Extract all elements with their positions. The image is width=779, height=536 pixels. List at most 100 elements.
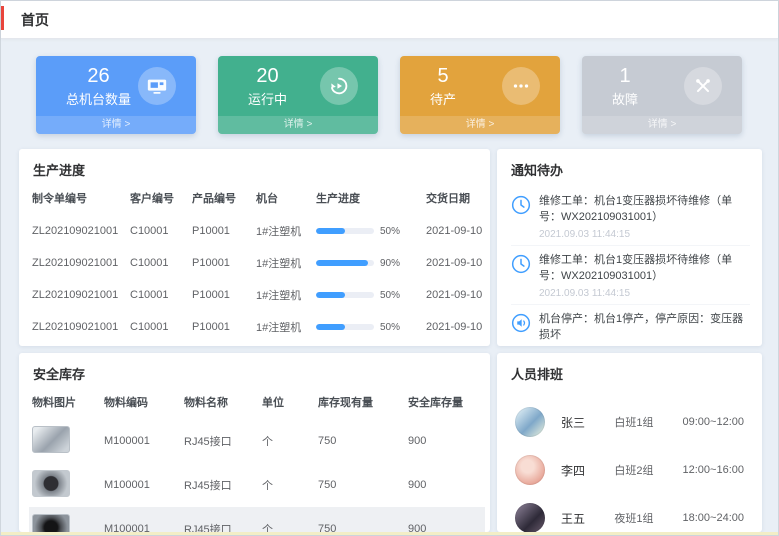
cell-product-no: P10001	[189, 279, 253, 311]
cell-progress: 50%	[313, 279, 423, 311]
stat-card-total-machines[interactable]: 26 总机台数量 详情 >	[36, 56, 196, 134]
progress-track	[316, 292, 374, 298]
notification-time: 2021.09.03 11:44:15	[539, 288, 750, 299]
progress-label: 90%	[380, 258, 400, 269]
production-row: ZL202109021001 C10001 P10001 1#注塑机 50% 2…	[29, 279, 490, 311]
stat-card-waiting[interactable]: 5 待产 详情 >	[400, 56, 560, 134]
notification-item[interactable]: 维修工单：机台1变压器损坏待维修（单号：WX202109031001） 2021…	[511, 187, 750, 246]
progress-label: 50%	[380, 322, 400, 333]
cell-delivery-date: 2021-09-10	[423, 279, 490, 311]
stat-value: 1	[612, 64, 638, 88]
col-material-name: 物料名称	[181, 390, 259, 419]
production-row: ZL202109021001 C10001 P10001 1#注塑机 90% 2…	[29, 247, 490, 279]
staff-shift: 白班1组	[614, 414, 682, 430]
staff-time: 18:00~24:00	[683, 512, 744, 524]
staff-list: 张三 白班1组 09:00~12:00 李四 白班2组 12:00~16:00 …	[497, 390, 762, 532]
inventory-table: 物料图片 物料编码 物料名称 单位 库存现有量 安全库存量 M100001 RJ…	[29, 390, 485, 532]
cell-unit: 个	[259, 419, 315, 463]
cell-machine: 1#注塑机	[253, 311, 313, 343]
col-machine: 机台	[253, 186, 313, 215]
notifications-panel: 通知待办 维修工单：机台1变压器损坏待维修（单号：WX202109031001）…	[497, 149, 762, 346]
production-header-row: 制令单编号 客户编号 产品编号 机台 生产进度 交货日期	[29, 186, 490, 215]
stat-card-fault[interactable]: 1 故障 详情 >	[582, 56, 742, 134]
cell-stock-qty: 750	[315, 463, 405, 507]
stat-card-running[interactable]: 20 运行中 详情 >	[218, 56, 378, 134]
cell-material-image	[29, 507, 101, 532]
waiting-icon	[502, 67, 540, 105]
panel-title-staffing: 人员排班	[497, 353, 762, 390]
cell-material-code: M100001	[101, 463, 181, 507]
stat-label: 故障	[612, 89, 638, 108]
detail-link-fault[interactable]: 详情 >	[582, 116, 742, 134]
window-edge-accent	[1, 6, 4, 30]
avatar	[515, 407, 545, 437]
col-product-no: 产品编号	[189, 186, 253, 215]
staff-shift: 夜班1组	[614, 510, 682, 526]
inventory-header-row: 物料图片 物料编码 物料名称 单位 库存现有量 安全库存量	[29, 390, 485, 419]
stat-value: 5	[430, 64, 456, 88]
cell-product-no: P10001	[189, 247, 253, 279]
cell-product-no: P10001	[189, 215, 253, 247]
notification-list: 维修工单：机台1变压器损坏待维修（单号：WX202109031001） 2021…	[497, 186, 762, 346]
cell-delivery-date: 2021-09-10	[423, 247, 490, 279]
fault-icon	[684, 67, 722, 105]
col-stock-qty: 库存现有量	[315, 390, 405, 419]
cell-delivery-date: 2021-09-10	[423, 343, 490, 346]
progress-label: 50%	[380, 290, 400, 301]
production-row: ZL202109021001 C10001 P10001 1#注塑机 50% 2…	[29, 311, 490, 343]
stat-value: 26	[66, 64, 131, 88]
avatar	[515, 503, 545, 532]
col-order-no: 制令单编号	[29, 186, 127, 215]
notification-item[interactable]: 维修工单：机台1变压器损坏待维修（单号：WX202109031001） 2021…	[511, 246, 750, 305]
avatar	[515, 455, 545, 485]
notification-item[interactable]: 机台停产：机台1停产，停产原因：变压器损坏 2021.09.03 11:44:1…	[511, 305, 750, 346]
notification-text: 维修工单：机台1变压器损坏待维修（单号：WX202109031001）	[539, 194, 750, 226]
page-title: 首页	[21, 10, 49, 30]
cell-unit: 个	[259, 507, 315, 532]
cell-machine: 1#注塑机	[253, 215, 313, 247]
inventory-row: M100001 RJ45接口 个 750 900	[29, 507, 485, 532]
stat-cards: 26 总机台数量 详情 > 20 运行中 详情 > 5 待产	[36, 56, 742, 134]
round-connector-photo	[32, 470, 70, 497]
col-material-image: 物料图片	[29, 390, 101, 419]
production-progress-panel: 生产进度 制令单编号 客户编号 产品编号 机台 生产进度 交货日期 ZL2021…	[19, 149, 490, 346]
clock-icon	[511, 254, 531, 274]
cell-customer-no: C10001	[127, 215, 189, 247]
staff-name: 王五	[561, 510, 614, 527]
speaker-icon	[511, 313, 531, 333]
detail-link-running[interactable]: 详情 >	[218, 116, 378, 134]
cell-material-image	[29, 419, 101, 463]
staff-shift: 白班2组	[614, 462, 682, 478]
detail-link-total-machines[interactable]: 详情 >	[36, 116, 196, 134]
cell-stock-qty: 750	[315, 419, 405, 463]
cell-material-image	[29, 463, 101, 507]
production-row: ZL202109021001 C10001 P10001 1#注塑机 50% 2…	[29, 215, 490, 247]
cell-material-name: RJ45接口	[181, 507, 259, 532]
staff-row: 李四 白班2组 12:00~16:00	[499, 446, 760, 494]
cell-progress: 50%	[313, 215, 423, 247]
stat-label: 待产	[430, 89, 456, 108]
cell-order-no: ZL202109021001	[29, 279, 127, 311]
stat-label: 运行中	[248, 89, 287, 108]
col-customer-no: 客户编号	[127, 186, 189, 215]
progress-track	[316, 228, 374, 234]
staff-name: 张三	[561, 414, 614, 431]
staff-time: 09:00~12:00	[683, 416, 744, 428]
cell-machine: 1#注塑机	[253, 279, 313, 311]
speaker-part-photo	[32, 514, 70, 532]
cell-order-no: ZL202109021001	[29, 247, 127, 279]
col-unit: 单位	[259, 390, 315, 419]
cell-order-no: ZL202109021001	[29, 215, 127, 247]
cell-safety-qty: 900	[405, 463, 485, 507]
stat-label: 总机台数量	[66, 89, 131, 108]
staff-row: 张三 白班1组 09:00~12:00	[499, 398, 760, 446]
cell-customer-no: C10001	[127, 311, 189, 343]
progress-bar	[316, 324, 345, 330]
cell-machine: 1#注塑机	[253, 343, 313, 346]
detail-link-waiting[interactable]: 详情 >	[400, 116, 560, 134]
cell-unit: 个	[259, 463, 315, 507]
production-table: 制令单编号 客户编号 产品编号 机台 生产进度 交货日期 ZL202109021…	[29, 186, 490, 346]
col-delivery-date: 交货日期	[423, 186, 490, 215]
cell-progress: 90%	[313, 247, 423, 279]
notification-text: 维修工单：机台1变压器损坏待维修（单号：WX202109031001）	[539, 253, 750, 285]
